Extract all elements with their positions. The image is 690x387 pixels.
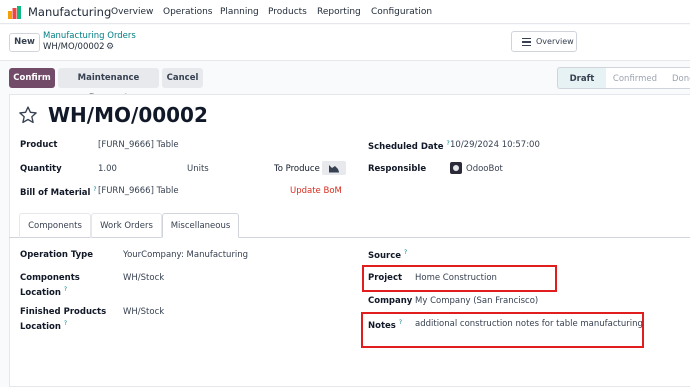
cancel-button[interactable]: Cancel [162,68,203,88]
overview-button[interactable]: Overview [511,31,577,52]
product-field[interactable]: [FURN_9666] Table [98,140,179,150]
breadcrumb-manufacturing-orders[interactable]: Manufacturing Orders [43,31,136,41]
components-location-label-2: Location ? [20,286,67,298]
operation-type-field[interactable]: YourCompany: Manufacturing [123,250,248,260]
scheduled-date-label-text: Scheduled Date [368,141,444,152]
menu-reporting[interactable]: Reporting [317,7,361,17]
components-location-label: Components [20,273,80,283]
finished-location-label: Finished Products [20,307,107,317]
notes-field[interactable]: additional construction notes for table … [415,319,643,329]
company-label: Company [368,296,413,306]
notes-label: Notes ? [368,319,402,331]
new-button[interactable]: New [9,33,40,52]
app-name[interactable]: Manufacturing [28,5,111,19]
tab-work-orders[interactable]: Work Orders [91,213,162,238]
project-field[interactable]: Home Construction [415,273,497,283]
quantity-label: Quantity [20,164,62,174]
product-label: Product [20,140,58,150]
operation-type-label: Operation Type [20,250,94,260]
components-location-label-2-text: Location [20,287,61,298]
help-tooltip-icon[interactable]: ? [93,186,96,193]
bom-label: Bill of Material ? [20,186,97,198]
components-location-field[interactable]: WH/Stock [123,273,164,283]
list-icon [522,38,531,46]
help-tooltip-icon[interactable]: ? [404,249,407,256]
tab-components[interactable]: Components [19,213,91,238]
finished-location-label-2-text: Location [20,321,61,332]
responsible-label: Responsible [368,164,427,174]
help-tooltip-icon[interactable]: ? [399,319,402,326]
notes-label-text: Notes [368,320,396,331]
source-label-text: Source [368,250,402,261]
quantity-uom: Units [187,164,209,174]
update-bom-button[interactable]: Update BoM [290,186,342,196]
scheduled-date-label: Scheduled Date ? [368,140,450,152]
menu-products[interactable]: Products [268,7,307,17]
confirm-button[interactable]: Confirm [9,68,55,88]
company-field[interactable]: My Company (San Francisco) [415,296,538,306]
star-icon[interactable] [18,105,38,125]
help-tooltip-icon[interactable]: ? [64,286,67,293]
area-chart-icon [329,165,339,173]
finished-location-label-2: Location ? [20,320,67,332]
menu-overview[interactable]: Overview [111,7,153,17]
menu-operations[interactable]: Operations [163,7,212,17]
bom-label-text: Bill of Material [20,187,91,198]
bom-field[interactable]: [FURN_9666] Table [98,186,179,196]
notes-highlight-box [361,312,644,348]
project-label: Project [368,273,403,283]
maintenance-request-button[interactable]: Maintenance Request [58,68,159,103]
to-produce-label: To Produce [274,164,320,174]
scheduled-date-field[interactable]: 10/29/2024 10:57:00 [450,140,540,150]
breadcrumb-current: WH/MO/00002 [43,42,105,52]
menu-configuration[interactable]: Configuration [371,7,432,17]
tab-miscellaneous[interactable]: Miscellaneous [162,213,239,238]
status-done[interactable]: Done [664,67,690,89]
menu-planning[interactable]: Planning [220,7,259,17]
avatar [450,162,462,174]
record-title[interactable]: WH/MO/00002 [48,103,208,127]
help-tooltip-icon[interactable]: ? [64,320,67,327]
responsible-field[interactable]: OdooBot [466,164,503,174]
forecast-chart-button[interactable] [322,161,346,175]
source-label: Source ? [368,249,407,261]
gear-icon[interactable]: ⚙ [106,42,114,52]
overview-button-label: Overview [536,37,574,46]
quantity-field[interactable]: 1.00 [98,164,117,174]
status-confirmed[interactable]: Confirmed [606,67,664,89]
manufacturing-app-icon[interactable] [8,6,21,19]
status-draft[interactable]: Draft [557,67,606,89]
finished-location-field[interactable]: WH/Stock [123,307,164,317]
